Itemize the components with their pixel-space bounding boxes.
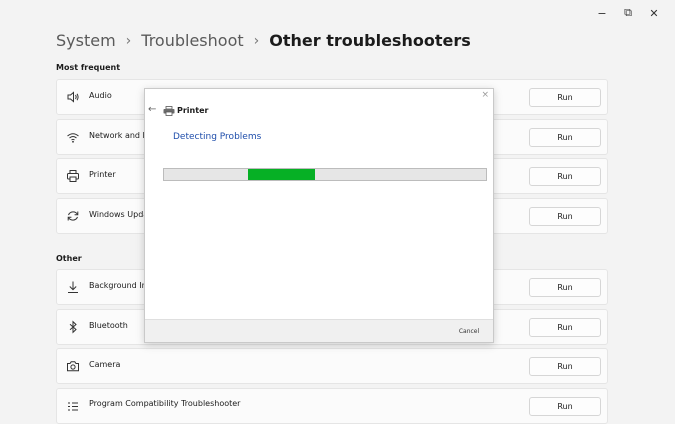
breadcrumb-system[interactable]: System bbox=[56, 31, 116, 50]
troubleshooter-label: Bluetooth bbox=[89, 321, 128, 330]
printer-icon bbox=[67, 170, 79, 182]
run-button-background-transfer[interactable]: Run bbox=[529, 278, 601, 297]
refresh-icon bbox=[67, 211, 79, 221]
progress-bar-fill bbox=[247, 169, 316, 180]
run-button-network[interactable]: Run bbox=[529, 128, 601, 147]
printer-troubleshooter-dialog: × ← Printer Detecting Problems Cancel bbox=[144, 88, 494, 343]
dialog-footer: Cancel bbox=[145, 319, 493, 342]
dialog-close-icon[interactable]: × bbox=[481, 90, 489, 100]
run-button-camera[interactable]: Run bbox=[529, 357, 601, 376]
troubleshooter-label: Audio bbox=[89, 91, 112, 100]
troubleshooter-row-camera: Camera Run bbox=[56, 348, 608, 384]
camera-icon bbox=[67, 361, 79, 372]
dialog-title: Printer bbox=[177, 106, 209, 115]
run-button-printer[interactable]: Run bbox=[529, 167, 601, 186]
run-button-bluetooth[interactable]: Run bbox=[529, 318, 601, 337]
close-window-button[interactable]: ✕ bbox=[641, 4, 667, 22]
page-title: Other troubleshooters bbox=[269, 31, 471, 50]
minimize-button[interactable]: − bbox=[589, 4, 615, 22]
breadcrumb-troubleshoot[interactable]: Troubleshoot bbox=[141, 31, 243, 50]
run-button-program-compatibility[interactable]: Run bbox=[529, 397, 601, 416]
run-button-audio[interactable]: Run bbox=[529, 88, 601, 107]
breadcrumb-separator-icon: › bbox=[253, 32, 260, 49]
wifi-icon bbox=[67, 133, 79, 143]
detecting-status-text: Detecting Problems bbox=[173, 132, 262, 142]
breadcrumb: System › Troubleshoot › Other troublesho… bbox=[56, 31, 471, 50]
bluetooth-icon bbox=[69, 320, 77, 334]
section-label-other: Other bbox=[56, 254, 82, 263]
troubleshooter-label: Camera bbox=[89, 360, 121, 369]
troubleshooter-row-program-compatibility: Program Compatibility Troubleshooter Run bbox=[56, 388, 608, 424]
list-icon bbox=[68, 402, 78, 411]
breadcrumb-separator-icon: › bbox=[125, 32, 132, 49]
section-label-most-frequent: Most frequent bbox=[56, 63, 121, 72]
troubleshooter-label: Program Compatibility Troubleshooter bbox=[89, 399, 241, 408]
progress-bar bbox=[163, 168, 487, 181]
run-button-windows-update[interactable]: Run bbox=[529, 207, 601, 226]
speaker-icon bbox=[67, 91, 79, 103]
back-arrow-icon[interactable]: ← bbox=[148, 104, 156, 115]
cancel-button[interactable]: Cancel bbox=[451, 324, 487, 338]
maximize-button[interactable]: ⧉ bbox=[615, 4, 641, 22]
download-icon bbox=[68, 281, 78, 293]
window-controls: − ⧉ ✕ bbox=[589, 4, 667, 22]
troubleshooter-label: Printer bbox=[89, 170, 116, 179]
printer-icon bbox=[163, 106, 175, 116]
